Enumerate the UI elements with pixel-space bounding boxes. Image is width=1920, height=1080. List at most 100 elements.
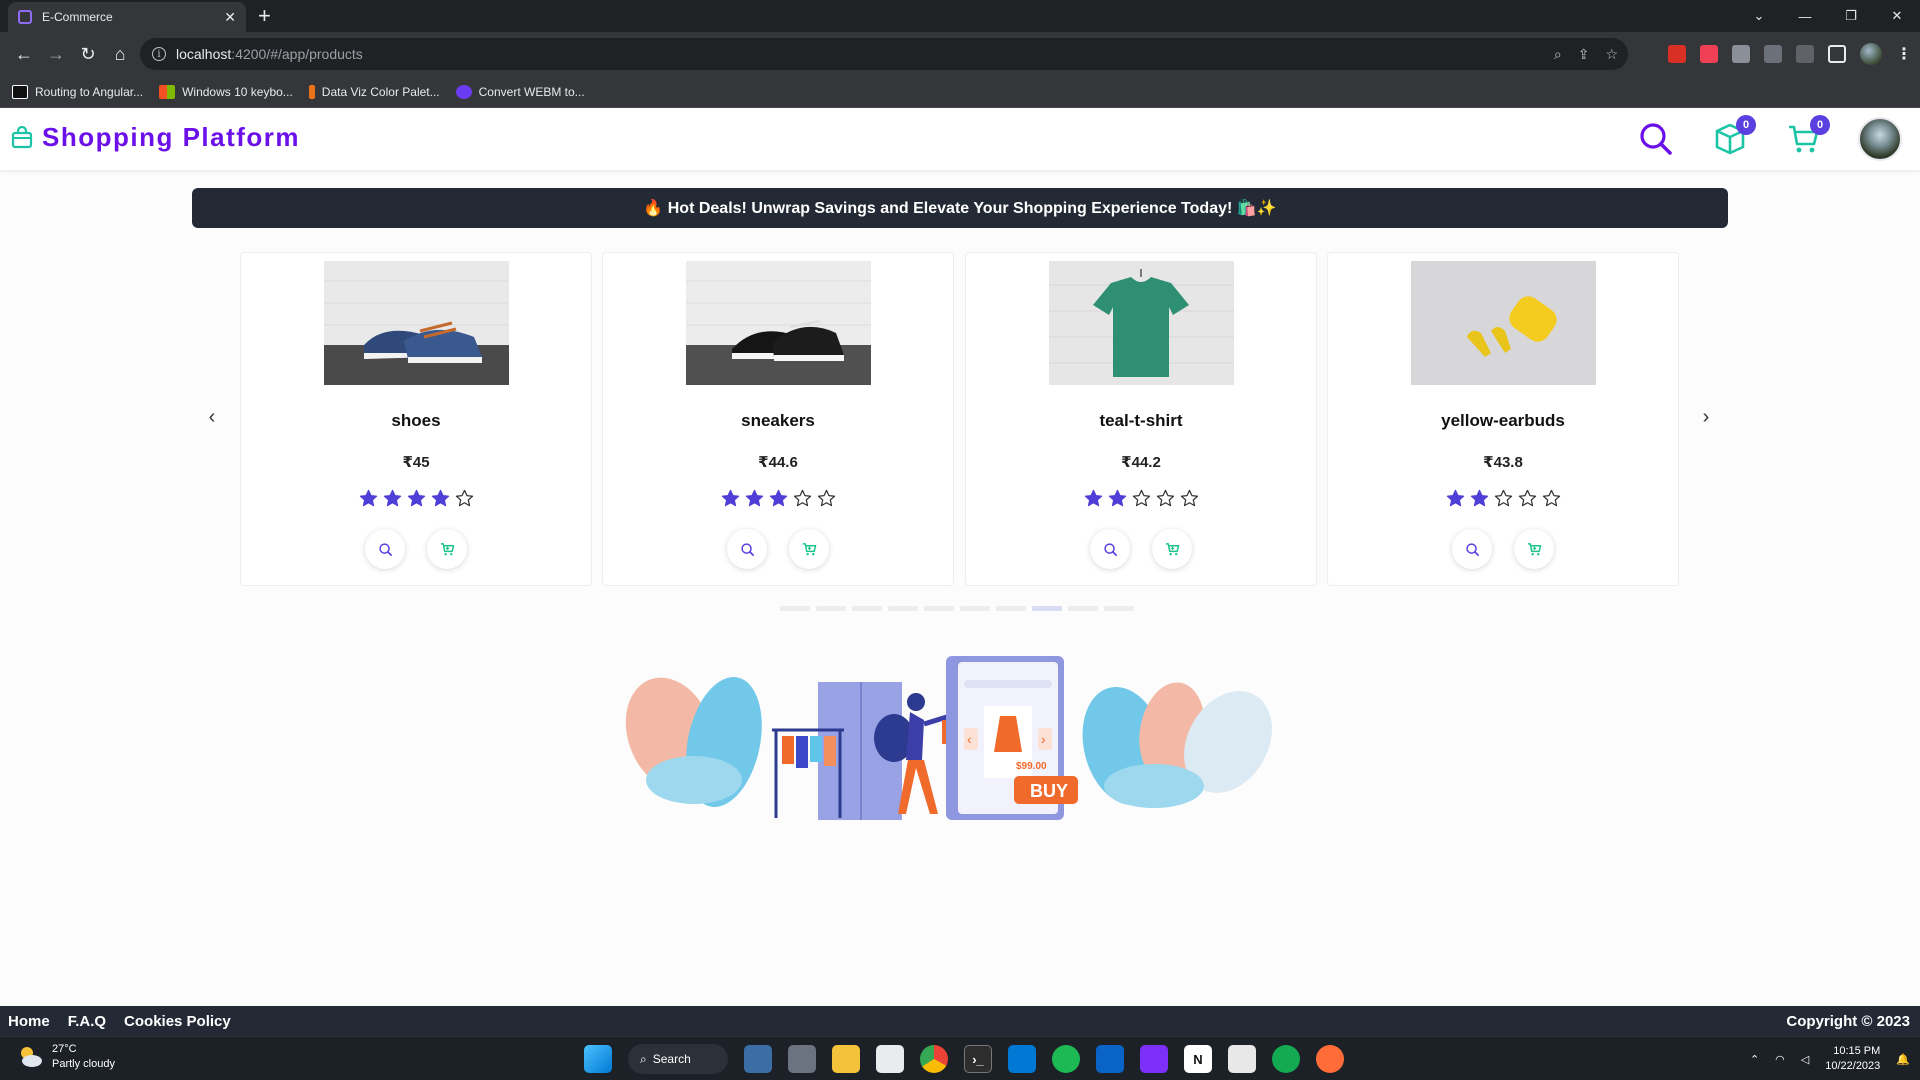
extension-icon[interactable] — [1764, 45, 1782, 63]
add-to-cart-button[interactable] — [1514, 529, 1554, 569]
bookmark-favicon-icon — [308, 84, 315, 99]
product-image-frame[interactable] — [324, 261, 509, 385]
extension-icon[interactable] — [1732, 45, 1750, 63]
windows-start-icon[interactable] — [584, 1045, 612, 1073]
product-image-frame[interactable] — [1049, 261, 1234, 385]
pocket-extension-icon[interactable] — [1700, 45, 1718, 63]
restore-icon[interactable]: ❐ — [1828, 0, 1874, 32]
bookmark-item[interactable]: Convert WEBM to... — [455, 84, 585, 99]
volume-icon[interactable]: ◁ — [1801, 1053, 1809, 1066]
taskbar-clock[interactable]: 10:15 PM 10/22/2023 — [1825, 1044, 1880, 1074]
product-card[interactable]: sneakers ₹44.6 — [602, 252, 954, 586]
quick-view-button[interactable] — [365, 529, 405, 569]
carousel-indicator[interactable] — [1032, 606, 1062, 611]
browser-menu-icon[interactable]: ⋮ — [1896, 44, 1912, 64]
carousel-indicator[interactable] — [816, 606, 846, 611]
footer-link-cookies-policy[interactable]: Cookies Policy — [124, 1013, 231, 1030]
bookmark-item[interactable]: Data Viz Color Palet... — [308, 84, 440, 99]
zoom-icon[interactable]: ⌕ — [1554, 46, 1562, 63]
new-tab-icon[interactable]: + — [258, 4, 271, 28]
terminal-icon[interactable]: ›_ — [964, 1045, 992, 1073]
minimize-icon[interactable]: — — [1782, 0, 1828, 32]
carousel-indicator[interactable] — [924, 606, 954, 611]
product-card[interactable]: yellow-earbuds ₹43.8 — [1327, 252, 1679, 586]
app-icon[interactable] — [1228, 1045, 1256, 1073]
browser-profile-avatar[interactable] — [1860, 43, 1882, 65]
back-arrow-icon[interactable]: ← — [8, 38, 40, 70]
star-filled-icon — [1470, 489, 1488, 507]
reload-icon[interactable]: ↻ — [72, 38, 104, 70]
orders-button[interactable]: 0 — [1710, 115, 1756, 159]
product-actions — [603, 529, 953, 569]
product-image-frame[interactable] — [1411, 261, 1596, 385]
product-name[interactable]: teal-t-shirt — [966, 411, 1316, 431]
footer-link-home[interactable]: Home — [8, 1013, 50, 1030]
notification-bell-icon[interactable]: 🔔 — [1896, 1053, 1910, 1066]
quick-view-button[interactable] — [727, 529, 767, 569]
site-info-icon[interactable]: i — [152, 47, 166, 61]
product-price: ₹44.2 — [1121, 454, 1161, 471]
product-name[interactable]: sneakers — [603, 411, 953, 431]
file-explorer-icon[interactable] — [832, 1045, 860, 1073]
bookmark-item[interactable]: Windows 10 keybo... — [159, 84, 293, 99]
product-card[interactable]: shoes ₹45 — [240, 252, 592, 586]
wifi-icon[interactable]: ◠ — [1775, 1053, 1785, 1066]
search-button[interactable] — [1636, 119, 1676, 159]
notion-icon[interactable]: N — [1184, 1045, 1212, 1073]
quick-view-button[interactable] — [1090, 529, 1130, 569]
share-icon[interactable]: ⇪ — [1578, 46, 1590, 63]
carousel-indicator[interactable] — [960, 606, 990, 611]
tab-close-icon[interactable]: ✕ — [224, 9, 236, 26]
microsoft-store-icon[interactable] — [876, 1045, 904, 1073]
carousel-indicators — [780, 606, 1134, 611]
carousel-indicator[interactable] — [1068, 606, 1098, 611]
app-footer: Home F.A.Q Cookies Policy Copyright © 20… — [0, 1006, 1920, 1036]
carousel-prev-icon[interactable]: ‹ — [200, 405, 224, 429]
add-to-cart-button[interactable] — [789, 529, 829, 569]
task-view-icon[interactable] — [788, 1045, 816, 1073]
bookmark-item[interactable]: Routing to Angular... — [12, 84, 143, 99]
mongodb-compass-icon[interactable] — [1272, 1045, 1300, 1073]
add-to-cart-button[interactable] — [427, 529, 467, 569]
product-image-frame[interactable] — [686, 261, 871, 385]
user-avatar[interactable] — [1858, 117, 1902, 161]
bookmark-star-icon[interactable]: ☆ — [1605, 46, 1618, 63]
postman-icon[interactable] — [1316, 1045, 1344, 1073]
cart-button[interactable]: 0 — [1784, 115, 1830, 159]
tray-chevron-icon[interactable]: ⌃ — [1750, 1053, 1759, 1066]
carousel-indicator[interactable] — [780, 606, 810, 611]
product-name[interactable]: shoes — [241, 411, 591, 431]
carousel-next-icon[interactable]: › — [1694, 405, 1718, 429]
puzzle-icon[interactable] — [1796, 45, 1814, 63]
window-close-icon[interactable]: ✕ — [1874, 0, 1920, 32]
outlook-icon[interactable] — [1096, 1045, 1124, 1073]
carousel-indicator[interactable] — [996, 606, 1026, 611]
product-card[interactable]: teal-t-shirt ₹44.2 — [965, 252, 1317, 586]
chrome-icon[interactable] — [920, 1045, 948, 1073]
product-name[interactable]: yellow-earbuds — [1328, 411, 1678, 431]
carousel-indicator[interactable] — [1104, 606, 1134, 611]
widgets-icon[interactable] — [744, 1045, 772, 1073]
spotify-icon[interactable] — [1052, 1045, 1080, 1073]
angular-extension-icon[interactable] — [1668, 45, 1686, 63]
shopping-illustration: ‹ › $99.00 BUY — [625, 656, 1272, 820]
add-to-cart-icon — [1527, 542, 1541, 555]
address-bar[interactable]: i localhost:4200/#/app/products ⌕ ⇪ ☆ — [140, 38, 1628, 70]
taskbar-search[interactable]: ⌕ Search — [628, 1044, 728, 1074]
footer-link-faq[interactable]: F.A.Q — [68, 1013, 106, 1030]
product-rating — [966, 489, 1316, 508]
browser-toolbar: ← → ↻ ⌂ i localhost:4200/#/app/products … — [0, 32, 1920, 76]
browser-tab[interactable]: E-Commerce ✕ — [8, 2, 246, 32]
forward-arrow-icon[interactable]: → — [40, 38, 72, 70]
quick-view-button[interactable] — [1452, 529, 1492, 569]
carousel-indicator[interactable] — [888, 606, 918, 611]
home-icon[interactable]: ⌂ — [104, 38, 136, 70]
brand-logo[interactable]: Shopping Platform — [10, 122, 300, 153]
weather-widget[interactable]: 27°C Partly cloudy — [16, 1042, 115, 1072]
vscode-icon[interactable] — [1008, 1045, 1036, 1073]
tab-search-chevron-icon[interactable]: ⌄ — [1736, 0, 1782, 32]
side-panel-icon[interactable] — [1828, 45, 1846, 63]
add-to-cart-button[interactable] — [1152, 529, 1192, 569]
intellij-icon[interactable] — [1140, 1045, 1168, 1073]
carousel-indicator[interactable] — [852, 606, 882, 611]
